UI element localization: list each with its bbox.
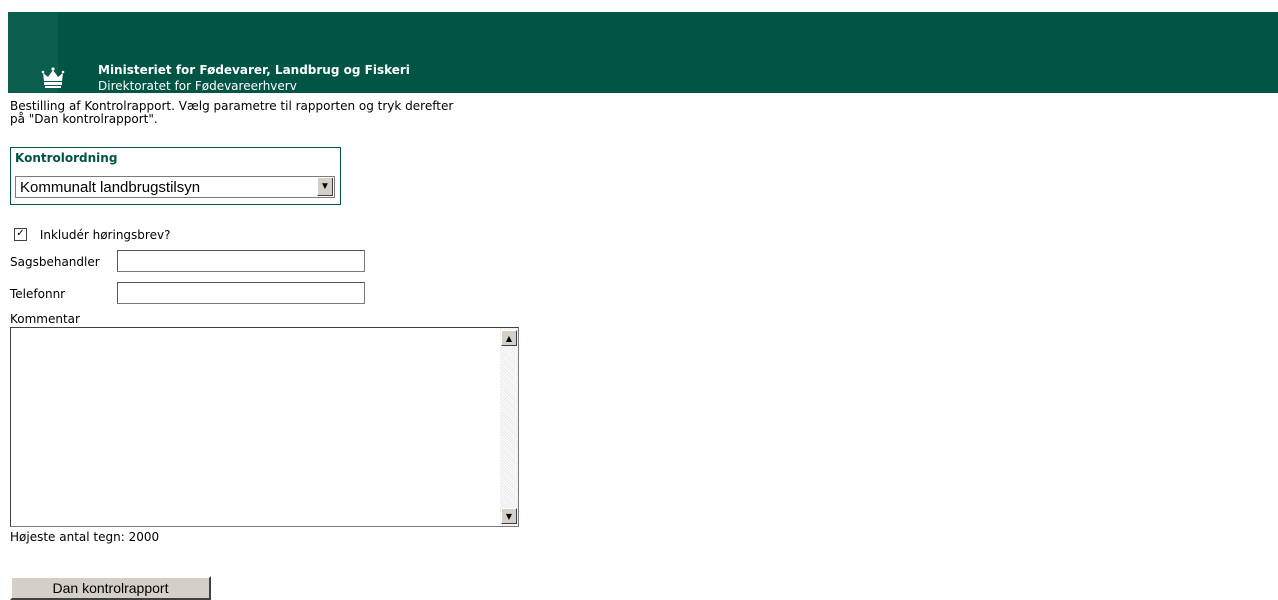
intro-text: Bestilling af Kontrolrapport. Vælg param… (10, 100, 550, 126)
create-report-button[interactable]: Dan kontrolrapport (10, 576, 211, 600)
page-header: Ministeriet for Fødevarer, Landbrug og F… (8, 12, 1278, 93)
chevron-down-icon[interactable]: ▼ (317, 178, 333, 196)
comment-label: Kommentar (10, 312, 80, 326)
include-hearing-letter-checkbox[interactable]: ✓ (14, 228, 27, 241)
include-hearing-letter-label: Inkludér høringsbrev? (39, 228, 171, 242)
kontrolordning-selected-value: Kommunalt landbrugstilsyn (20, 179, 201, 196)
kontrolordning-legend: Kontrolordning (15, 151, 118, 165)
comment-scrollbar[interactable]: ▲ ▼ (500, 328, 518, 526)
ministry-name: Ministeriet for Fødevarer, Landbrug og F… (98, 63, 410, 77)
comment-textarea[interactable]: ▲ ▼ (10, 327, 519, 527)
kontrolordning-select[interactable]: Kommunalt landbrugstilsyn ▼ (15, 176, 335, 198)
directorate-name: Direktoratet for Fødevareerhverv (98, 79, 297, 93)
caseworker-label: Sagsbehandler (10, 255, 100, 269)
phone-label: Telefonnr (10, 287, 66, 301)
max-chars-note: Højeste antal tegn: 2000 (10, 530, 160, 544)
include-hearing-letter-row: ✓ Inkludér høringsbrev? (14, 228, 170, 242)
scroll-up-icon[interactable]: ▲ (501, 330, 517, 346)
scroll-down-icon[interactable]: ▼ (501, 508, 517, 524)
intro-line-2: på "Dan kontrolrapport". (10, 112, 158, 126)
phone-input[interactable] (117, 282, 365, 304)
kontrolordning-box: Kontrolordning Kommunalt landbrugstilsyn… (10, 147, 341, 205)
crown-icon (41, 67, 65, 88)
caseworker-input[interactable] (117, 250, 365, 272)
